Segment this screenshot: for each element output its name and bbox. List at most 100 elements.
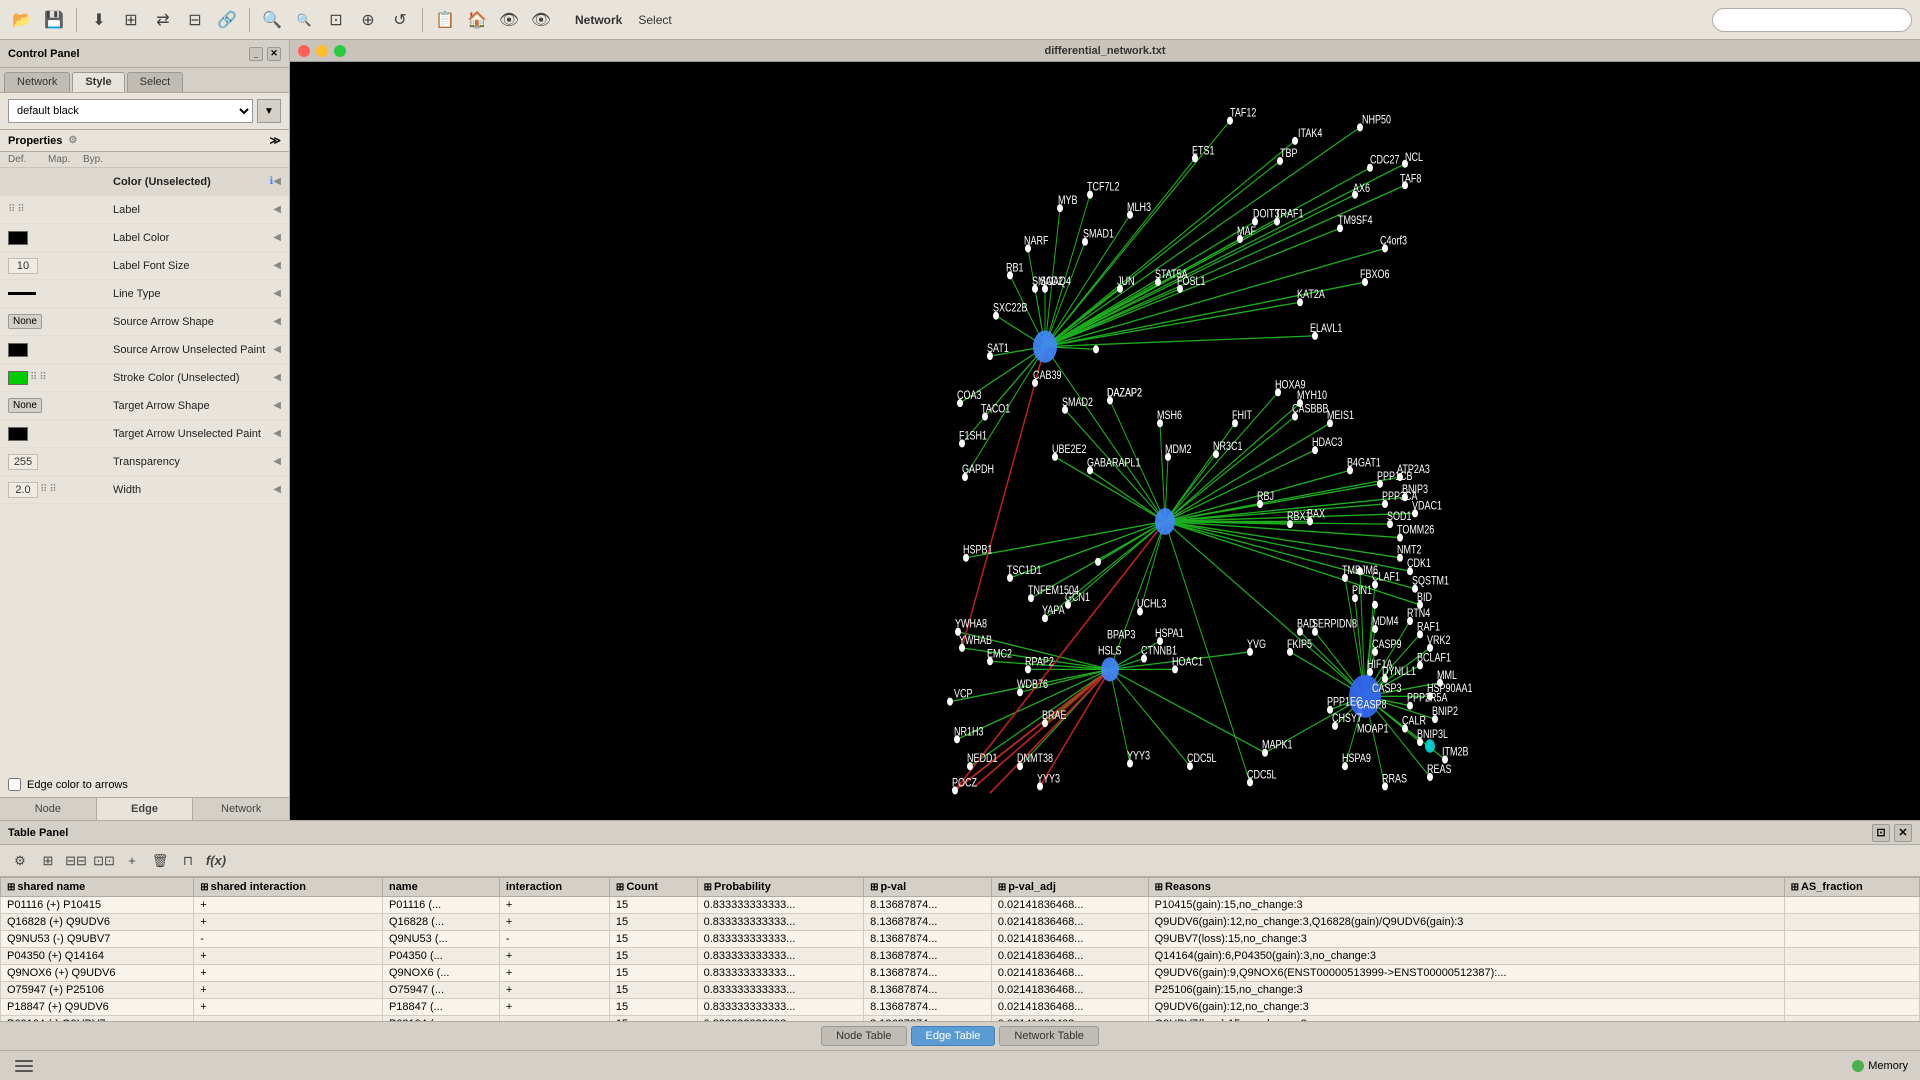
- table-row[interactable]: Q16828 (+) Q9UDV6 + Q16828 (... + 15 0.8…: [1, 914, 1920, 931]
- table-tab-edge[interactable]: Edge Table: [911, 1026, 996, 1046]
- close-btn[interactable]: [298, 45, 310, 57]
- table-tab-node[interactable]: Node Table: [821, 1026, 906, 1046]
- grid-icon[interactable]: ⊞: [117, 6, 145, 34]
- th-probability[interactable]: ⊞Probability: [697, 878, 864, 897]
- prop-arrow-target-paint[interactable]: ◀: [273, 428, 281, 439]
- minimize-btn[interactable]: [316, 45, 328, 57]
- table-row[interactable]: O75947 (+) P25106 + O75947 (... + 15 0.8…: [1, 982, 1920, 999]
- svg-text:SOAQ4: SOAQ4: [1040, 275, 1071, 289]
- share-icon[interactable]: ⇄: [149, 6, 177, 34]
- link-icon[interactable]: 🔗: [213, 6, 241, 34]
- prop-arrow-color-header[interactable]: ◀: [273, 176, 281, 187]
- eye-icon[interactable]: 👁: [495, 6, 523, 34]
- tab-style[interactable]: Style: [72, 72, 124, 92]
- th-interaction[interactable]: interaction: [499, 878, 609, 897]
- search-input[interactable]: [1712, 8, 1912, 32]
- svg-text:YWHAB: YWHAB: [959, 634, 992, 648]
- refresh-icon[interactable]: ↺: [386, 6, 414, 34]
- svg-text:RTN4: RTN4: [1407, 607, 1430, 621]
- swatch-source-paint[interactable]: [8, 343, 28, 357]
- svg-text:EMC2: EMC2: [987, 647, 1012, 661]
- prop-name-font-size: Label Font Size: [113, 260, 273, 272]
- cell-as-fraction: [1784, 965, 1919, 982]
- tt-settings-icon[interactable]: ⚙: [8, 849, 32, 873]
- home-icon[interactable]: 🏠: [463, 6, 491, 34]
- tt-add-icon[interactable]: +: [120, 849, 144, 873]
- table-row[interactable]: Q9NOX6 (+) Q9UDV6 + Q9NOX6 (... + 15 0.8…: [1, 965, 1920, 982]
- zoom-out-icon[interactable]: 🔍: [290, 6, 318, 34]
- tt-delete-icon[interactable]: 🗑: [148, 849, 172, 873]
- th-shared-interaction[interactable]: ⊞shared interaction: [194, 878, 383, 897]
- table-row[interactable]: P18847 (+) Q9UDV6 + P18847 (... + 15 0.8…: [1, 999, 1920, 1016]
- svg-text:FOSL1: FOSL1: [1177, 275, 1206, 289]
- prop-arrow-line-type[interactable]: ◀: [273, 288, 281, 299]
- tt-merge-icon[interactable]: ⊟⊟: [64, 849, 88, 873]
- val-font-size[interactable]: 10: [8, 258, 38, 274]
- network-canvas[interactable]: differential_network.txt: [290, 40, 1920, 820]
- prop-arrow-transparency[interactable]: ◀: [273, 456, 281, 467]
- svg-text:C4orf3: C4orf3: [1380, 234, 1407, 248]
- prop-name-target-arrow: Target Arrow Shape: [113, 400, 273, 412]
- tab-network[interactable]: Network: [4, 72, 70, 92]
- prop-name-line-type: Line Type: [113, 288, 273, 300]
- cp-tab-node[interactable]: Node: [0, 798, 97, 820]
- svg-text:GAPDH: GAPDH: [962, 463, 994, 477]
- tt-split-icon[interactable]: ⊡⊡: [92, 849, 116, 873]
- table-tab-network[interactable]: Network Table: [999, 1026, 1099, 1046]
- clipboard-icon[interactable]: 📋: [431, 6, 459, 34]
- tt-function-icon[interactable]: f(x): [204, 849, 228, 873]
- swatch-label-color[interactable]: [8, 231, 28, 245]
- th-pval[interactable]: ⊞p-val: [864, 878, 992, 897]
- properties-collapse-btn[interactable]: ≫: [269, 134, 281, 147]
- cp-close-btn[interactable]: ✕: [267, 47, 281, 61]
- swatch-stroke-color[interactable]: [8, 371, 28, 385]
- prop-arrow-width[interactable]: ◀: [273, 484, 281, 495]
- prop-arrow-source-arrow[interactable]: ◀: [273, 316, 281, 327]
- table-row[interactable]: P01116 (+) P10415 + P01116 (... + 15 0.8…: [1, 897, 1920, 914]
- tp-close-btn[interactable]: ✕: [1894, 824, 1912, 842]
- prop-arrow-font-size[interactable]: ◀: [273, 260, 281, 271]
- tt-grid-icon[interactable]: ⊞: [36, 849, 60, 873]
- line-type-preview[interactable]: [8, 292, 36, 295]
- prop-arrow-target-arrow[interactable]: ◀: [273, 400, 281, 411]
- tp-expand-btn[interactable]: ⊡: [1872, 824, 1890, 842]
- table-icon[interactable]: ⊟: [181, 6, 209, 34]
- cp-tab-edge[interactable]: Edge: [97, 798, 194, 820]
- th-reasons[interactable]: ⊞Reasons: [1148, 878, 1784, 897]
- th-pval-adj[interactable]: ⊞p-val_adj: [991, 878, 1148, 897]
- th-name[interactable]: name: [382, 878, 499, 897]
- zoom-in-icon[interactable]: 🔍: [258, 6, 286, 34]
- table-row[interactable]: Q9NU53 (-) Q9UBV7 - Q9NU53 (... - 15 0.8…: [1, 931, 1920, 948]
- list-icon[interactable]: [12, 1054, 36, 1078]
- th-shared-name[interactable]: ⊞shared name: [1, 878, 194, 897]
- th-count[interactable]: ⊞Count: [609, 878, 697, 897]
- zoom-select-icon[interactable]: ⊕: [354, 6, 382, 34]
- prop-row-color-header: Color (Unselected) ℹ ◀: [0, 168, 289, 196]
- zoom-fit-icon[interactable]: ⊡: [322, 6, 350, 34]
- cell-pval-adj: 0.02141836468...: [991, 914, 1148, 931]
- save-icon[interactable]: 💾: [40, 6, 68, 34]
- import-icon[interactable]: ⬇: [85, 6, 113, 34]
- val-transparency[interactable]: 255: [8, 454, 38, 470]
- th-as-fraction[interactable]: ⊞AS_fraction: [1784, 878, 1919, 897]
- val-width[interactable]: 2.0: [8, 482, 38, 498]
- tab-select[interactable]: Select: [127, 72, 184, 92]
- eye2-icon[interactable]: 👁: [527, 6, 555, 34]
- prop-arrow-stroke-color[interactable]: ◀: [273, 372, 281, 383]
- prop-arrow-label-color[interactable]: ◀: [273, 232, 281, 243]
- tt-link-icon[interactable]: ⊓: [176, 849, 200, 873]
- swatch-target-paint[interactable]: [8, 427, 28, 441]
- open-icon[interactable]: 📂: [8, 6, 36, 34]
- maximize-btn[interactable]: [334, 45, 346, 57]
- prop-arrow-label[interactable]: ◀: [273, 204, 281, 215]
- table-row[interactable]: P04350 (+) Q14164 + P04350 (... + 15 0.8…: [1, 948, 1920, 965]
- cp-tab-network[interactable]: Network: [193, 798, 289, 820]
- svg-text:MYH10: MYH10: [1297, 389, 1327, 403]
- edge-color-checkbox[interactable]: [8, 778, 21, 791]
- cell-shared-interaction: +: [194, 897, 383, 914]
- svg-text:GCN1: GCN1: [1065, 591, 1090, 605]
- style-dropdown-btn[interactable]: ▼: [257, 99, 281, 123]
- cp-minimize-btn[interactable]: _: [249, 47, 263, 61]
- prop-arrow-source-paint[interactable]: ◀: [273, 344, 281, 355]
- style-dropdown[interactable]: default black: [8, 99, 253, 123]
